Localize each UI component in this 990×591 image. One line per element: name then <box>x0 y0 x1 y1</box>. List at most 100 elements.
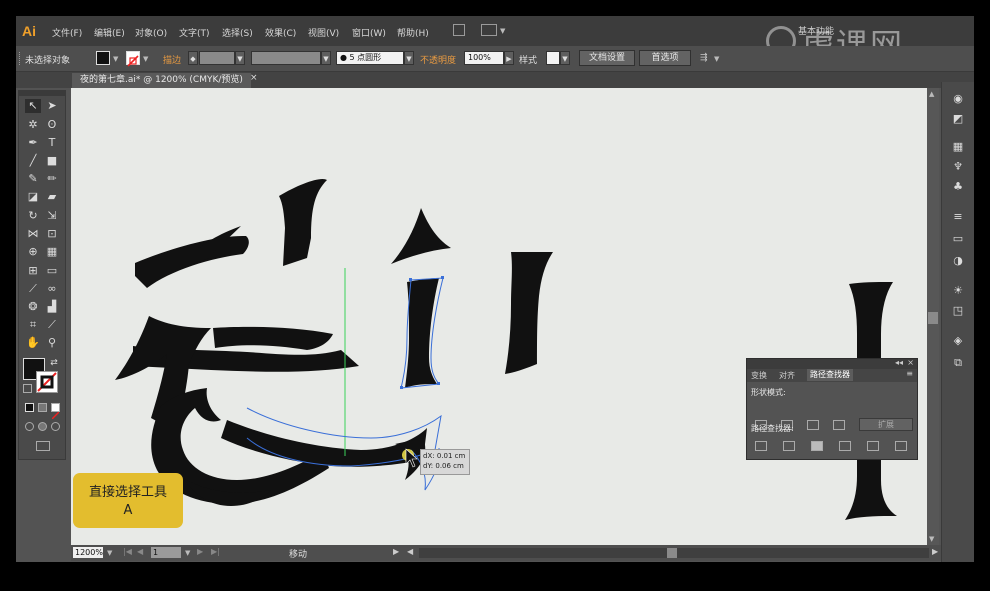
scroll-left-icon[interactable]: ◀ <box>407 547 413 556</box>
panel-menu-icon[interactable]: ≡ <box>906 369 913 378</box>
slice-tool-icon[interactable]: ⟋ <box>44 318 60 332</box>
next-artboard-icon[interactable]: ▶ <box>197 547 203 556</box>
crop-icon[interactable] <box>839 441 851 451</box>
collapse-panel-icon[interactable]: ◂◂ <box>895 358 903 367</box>
arrange-documents-icon[interactable] <box>481 24 497 36</box>
pen-tool-icon[interactable]: ✒ <box>25 136 41 150</box>
free-transform-tool-icon[interactable]: ⊡ <box>44 227 60 241</box>
merge-icon[interactable] <box>811 441 823 451</box>
stroke-label[interactable]: 描边 <box>163 53 181 66</box>
scale-tool-icon[interactable]: ⇲ <box>44 209 60 223</box>
eraser-tool-icon[interactable]: ▰ <box>44 190 60 204</box>
tab-transform[interactable]: 变换 <box>751 370 767 381</box>
gradient-mode-icon[interactable] <box>38 403 47 412</box>
menu-help[interactable]: 帮助(H) <box>397 26 429 39</box>
pencil-tool-icon[interactable]: ✏ <box>44 172 60 186</box>
stroke-panel-icon[interactable]: ≡ <box>950 210 966 224</box>
color-guide-icon[interactable]: ◩ <box>950 112 966 126</box>
first-artboard-icon[interactable]: |◀ <box>123 547 132 556</box>
variable-width-profile[interactable] <box>251 51 321 65</box>
document-tab[interactable]: 夜的第七章.ai* @ 1200% (CMYK/预览) <box>72 73 251 88</box>
appearance-icon[interactable]: ☀ <box>950 284 966 298</box>
exclude-icon[interactable] <box>833 420 845 430</box>
status-menu-icon[interactable]: ▶ <box>393 547 399 556</box>
tools-panel-header[interactable] <box>19 91 65 96</box>
color-panel-icon[interactable]: ◉ <box>950 92 966 106</box>
divide-icon[interactable] <box>755 441 767 451</box>
layers-icon[interactable]: ◈ <box>950 334 966 348</box>
menu-window[interactable]: 窗口(W) <box>352 26 386 39</box>
stroke-caret-icon[interactable]: ▼ <box>143 55 148 63</box>
artboard-tool-icon[interactable]: ⌗ <box>25 318 41 332</box>
zoom-caret-icon[interactable]: ▼ <box>107 549 112 557</box>
column-graph-tool-icon[interactable]: ▟ <box>44 300 60 314</box>
fill-swatch[interactable] <box>96 51 110 65</box>
zoom-level-field[interactable]: 1200% <box>73 547 103 558</box>
transparency-icon[interactable]: ◑ <box>950 254 966 268</box>
gradient-tool-icon[interactable]: ▭ <box>44 264 60 278</box>
symbols-icon[interactable]: ♣ <box>950 180 966 194</box>
graphic-styles-icon[interactable]: ◳ <box>950 304 966 318</box>
close-panel-icon[interactable]: × <box>907 358 914 367</box>
intersect-icon[interactable] <box>807 420 819 430</box>
vertical-scrollbar[interactable]: ▲ ▼ <box>927 88 939 546</box>
horizontal-scrollbar[interactable] <box>419 548 929 558</box>
draw-inside-icon[interactable] <box>51 422 60 431</box>
menu-object[interactable]: 对象(O) <box>135 26 167 39</box>
menu-type[interactable]: 文字(T) <box>179 26 210 39</box>
brush-definition-dropdown[interactable]: ● 5 点圆形 <box>336 51 404 65</box>
tab-pathfinder[interactable]: 路径查找器 <box>807 369 853 381</box>
brushes-icon[interactable]: ♆ <box>950 160 966 174</box>
document-setup-button[interactable]: 文档设置 <box>579 50 635 66</box>
paintbrush-tool-icon[interactable]: ✎ <box>25 172 41 186</box>
perspective-grid-tool-icon[interactable]: ▦ <box>44 245 60 259</box>
stroke-swatch[interactable] <box>126 51 140 67</box>
tab-align[interactable]: 对齐 <box>779 370 795 381</box>
opacity-label[interactable]: 不透明度 <box>420 53 456 66</box>
align-options-icon[interactable]: ⇶ <box>700 53 708 63</box>
options-caret-icon[interactable]: ▼ <box>714 55 719 63</box>
minus-back-icon[interactable] <box>895 441 907 451</box>
panel-header[interactable]: ◂◂ × <box>747 358 917 369</box>
horizontal-scroll-thumb[interactable] <box>667 548 677 558</box>
shape-builder-tool-icon[interactable]: ⊕ <box>25 245 41 259</box>
default-colors-icon[interactable] <box>23 384 32 393</box>
preferences-button[interactable]: 首选项 <box>639 50 691 66</box>
menu-edit[interactable]: 编辑(E) <box>94 26 125 39</box>
direct-selection-tool-icon[interactable]: ➤ <box>44 99 60 113</box>
swatches-icon[interactable]: ▦ <box>950 140 966 154</box>
opacity-caret-icon[interactable]: ▶ <box>504 51 514 65</box>
gradient-panel-icon[interactable]: ▭ <box>950 232 966 246</box>
width-tool-icon[interactable]: ⋈ <box>25 227 41 241</box>
lasso-tool-icon[interactable]: ʘ <box>44 118 60 132</box>
line-tool-icon[interactable]: ╱ <box>25 154 41 168</box>
color-mode-icon[interactable] <box>25 403 34 412</box>
selection-tool-icon[interactable]: ↖ <box>25 99 41 113</box>
bridge-icon[interactable] <box>453 24 465 36</box>
draw-behind-icon[interactable] <box>38 422 47 431</box>
zoom-tool-icon[interactable]: ⚲ <box>44 336 60 350</box>
hand-tool-icon[interactable]: ✋ <box>25 336 41 350</box>
fill-caret-icon[interactable]: ▼ <box>113 55 118 63</box>
artboard-canvas[interactable] <box>71 88 927 546</box>
stroke-weight-field[interactable] <box>199 51 235 65</box>
eyedropper-tool-icon[interactable]: ⟋ <box>25 282 41 296</box>
last-artboard-icon[interactable]: ▶| <box>211 547 220 556</box>
profile-caret-icon[interactable]: ▼ <box>321 51 331 65</box>
style-caret-icon[interactable]: ▼ <box>560 51 570 65</box>
rectangle-tool-icon[interactable]: ■ <box>44 154 60 168</box>
stroke-weight-caret-icon[interactable]: ▼ <box>235 51 245 65</box>
menu-view[interactable]: 视图(V) <box>308 26 339 39</box>
arrange-caret-icon[interactable]: ▼ <box>500 27 505 35</box>
outline-icon[interactable] <box>867 441 879 451</box>
graphic-style-swatch[interactable] <box>546 51 560 65</box>
close-tab-icon[interactable]: × <box>250 73 258 83</box>
stroke-color-box[interactable] <box>36 371 58 393</box>
rotate-tool-icon[interactable]: ↻ <box>25 209 41 223</box>
vertical-scroll-thumb[interactable] <box>928 312 938 324</box>
stroke-weight-stepper[interactable]: ◆ <box>188 51 198 65</box>
type-tool-icon[interactable]: T <box>44 136 60 150</box>
mesh-tool-icon[interactable]: ⊞ <box>25 264 41 278</box>
expand-button[interactable]: 扩展 <box>859 418 913 431</box>
magic-wand-tool-icon[interactable]: ✲ <box>25 118 41 132</box>
